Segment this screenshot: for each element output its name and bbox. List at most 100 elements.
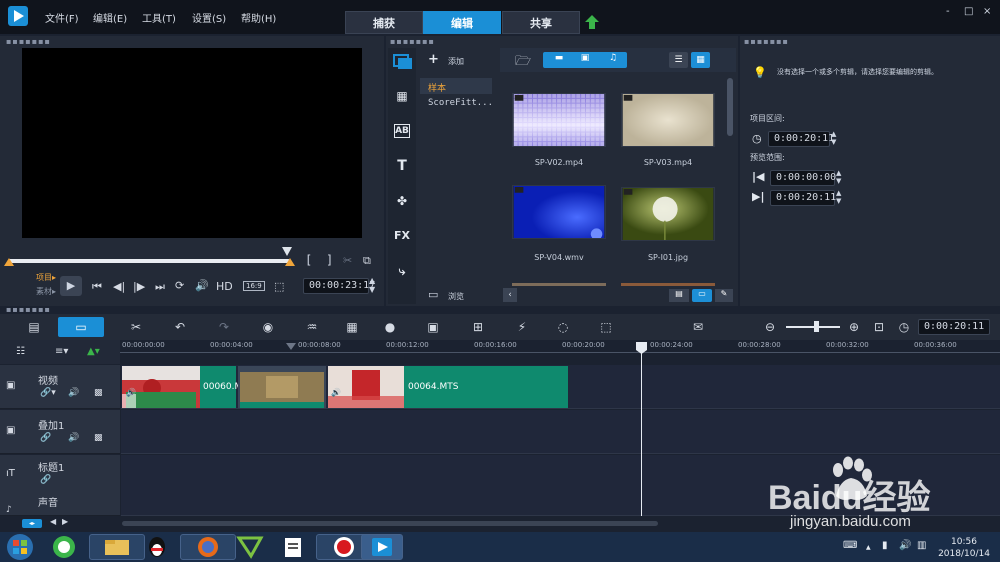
range-start-stepper-icon[interactable]: ▲ ▼ <box>836 169 841 185</box>
playhead-handle-icon[interactable] <box>635 341 648 355</box>
undo-icon[interactable]: ↶ <box>170 318 190 336</box>
trim-start-handle-icon[interactable] <box>4 258 14 268</box>
mask-creator-icon[interactable]: ◌ <box>553 318 573 336</box>
tray-expand-icon[interactable]: ▲ <box>866 544 871 551</box>
scroll-right-icon[interactable]: ▶ <box>62 517 68 526</box>
prev-frame-icon[interactable]: ◀| <box>113 280 125 293</box>
taskbar-app-firefox[interactable] <box>180 534 236 560</box>
overlay-track-icon[interactable]: ▣ <box>6 425 15 436</box>
multicam-icon[interactable]: ⊞ <box>468 318 488 336</box>
menu-file[interactable]: 文件(F) <box>45 10 79 25</box>
timeline-timecode[interactable]: 0:00:20:11 <box>918 319 990 335</box>
motion-tracking-icon[interactable]: ● <box>380 318 400 336</box>
import-folder-icon[interactable]: 🗁 <box>515 52 531 74</box>
title-track-icon[interactable]: ıT <box>6 468 15 479</box>
taskbar-app-browser[interactable] <box>44 534 84 560</box>
ripple-icon[interactable]: ▩ <box>94 388 103 398</box>
thumbnail-view-icon[interactable]: ▦ <box>691 52 710 68</box>
timeline-divider[interactable] <box>0 306 1000 314</box>
timecode-stepper-icon[interactable]: ▲ ▼ <box>369 276 375 294</box>
panel-grip-icon[interactable]: ▪▪▪▪▪▪▪ <box>6 37 51 46</box>
redo-icon[interactable]: ↷ <box>214 318 234 336</box>
smart-render-icon[interactable]: ✉ <box>688 318 708 336</box>
zoom-slider[interactable] <box>786 326 840 328</box>
link-icon[interactable]: 🔗▾ <box>40 388 56 398</box>
minimize-button[interactable]: - <box>946 6 950 17</box>
library-edit-icon[interactable]: ✎ <box>715 289 733 302</box>
project-duration-field[interactable]: 0:00:20:11 <box>768 131 834 147</box>
next-frame-icon[interactable]: |▶ <box>133 280 145 293</box>
range-start-field[interactable]: 0:00:00:00 <box>770 170 836 186</box>
record-capture-icon[interactable]: ◉ <box>258 318 278 336</box>
filter-icon[interactable]: FX <box>392 226 412 246</box>
panel-grip-icon[interactable]: ▪▪▪▪▪▪▪ <box>390 37 435 46</box>
transition-icon[interactable]: AB <box>394 124 410 138</box>
zoom-out-icon[interactable]: ⊖ <box>760 318 780 336</box>
close-button[interactable]: × <box>983 6 991 17</box>
panel-grip-icon[interactable]: ▪▪▪▪▪▪▪ <box>744 37 789 46</box>
enlarge-preview-icon[interactable]: ⧉ <box>363 254 371 268</box>
taskbar-app-qq[interactable] <box>140 534 174 560</box>
taskbar-app-document[interactable] <box>275 534 311 560</box>
show-audio-icon[interactable]: ♫ <box>603 53 623 63</box>
library-scrollbar[interactable] <box>727 78 733 136</box>
add-folder-icon[interactable]: + <box>428 52 439 67</box>
browse-label[interactable]: 浏览 <box>448 291 464 302</box>
tab-capture[interactable]: 捕获 <box>345 11 423 34</box>
graphic-icon[interactable]: ✤ <box>392 191 412 211</box>
zoom-slider-thumb[interactable] <box>814 321 819 332</box>
tray-network-icon[interactable]: ▥ <box>917 540 926 551</box>
scrub-bar[interactable] <box>8 259 290 263</box>
link-icon[interactable]: 🔗 <box>40 433 51 443</box>
timeline-scroll-mode-icon[interactable]: ◂▸ <box>22 519 42 528</box>
track-header-voice[interactable] <box>0 492 120 516</box>
panel-grip-icon[interactable]: ▪▪▪▪▪▪▪ <box>6 305 51 314</box>
collapse-left-icon[interactable]: ‹ <box>503 288 517 302</box>
subtitle-editor-icon[interactable]: ▣ <box>423 318 443 336</box>
thumbnail-sp-v02[interactable] <box>512 93 606 147</box>
tray-device-icon[interactable]: ▮ <box>882 540 888 551</box>
pan-zoom-icon[interactable]: ⬚ <box>596 318 616 336</box>
aspect-ratio-button[interactable]: 16:9 <box>243 281 265 291</box>
browse-icon[interactable]: ▭ <box>428 288 438 301</box>
thumbnail-sp-i01[interactable] <box>621 187 715 241</box>
voice-track-icon[interactable]: ♪ <box>6 505 12 515</box>
playhead-line[interactable] <box>641 343 642 516</box>
go-to-end-icon[interactable]: ⏭ <box>155 280 165 294</box>
taskbar-app-explorer[interactable] <box>89 534 145 560</box>
add-marker-icon[interactable]: ▲▾ <box>87 346 100 357</box>
maximize-button[interactable]: □ <box>964 6 973 17</box>
zoom-in-icon[interactable]: ⊕ <box>844 318 864 336</box>
media-icon[interactable] <box>393 52 413 70</box>
hd-toggle[interactable]: HD <box>216 280 233 293</box>
mark-in-button[interactable]: [ <box>305 253 312 267</box>
taskbar-clock[interactable]: 10:56 2018/10/14 <box>934 536 994 560</box>
track-row-overlay[interactable] <box>121 410 1000 454</box>
instant-project-icon[interactable]: ▦ <box>392 86 412 106</box>
library-view-a-icon[interactable]: ▤ <box>669 289 689 302</box>
player-timecode[interactable]: 00:00:23:17 <box>303 278 375 294</box>
track-manager-icon[interactable]: ☷ <box>16 346 25 357</box>
track-volume-icon[interactable]: 🔊 <box>68 433 79 443</box>
menu-help[interactable]: 帮助(H) <box>241 10 276 25</box>
title-icon[interactable]: T <box>392 156 412 176</box>
link-icon[interactable]: 🔗 <box>40 475 51 485</box>
volume-icon[interactable]: 🔊 <box>195 279 209 292</box>
menu-edit[interactable]: 编辑(E) <box>93 10 127 25</box>
timeline-scrollbar[interactable] <box>122 521 658 526</box>
list-view-icon[interactable]: ☰ <box>669 52 688 68</box>
ripple-icon[interactable]: ▩ <box>94 433 103 443</box>
storyboard-view-icon[interactable]: ▤ <box>24 318 44 336</box>
thumbnail-sp-v03[interactable] <box>621 93 715 147</box>
add-folder-label[interactable]: 添加 <box>448 56 464 67</box>
video-track-icon[interactable]: ▣ <box>6 380 15 391</box>
trim-end-handle-icon[interactable] <box>285 258 295 268</box>
tools-icon[interactable]: ✂ <box>126 318 146 336</box>
ruler-marker-icon[interactable] <box>286 343 296 351</box>
auto-music-icon[interactable]: ▦ <box>342 318 362 336</box>
track-header-video[interactable] <box>0 365 120 409</box>
safe-zone-icon[interactable]: ⬚ <box>274 280 284 293</box>
taskbar-app-video-editor[interactable] <box>361 534 403 560</box>
start-button-icon[interactable] <box>6 533 34 561</box>
tray-volume-icon[interactable]: 🔊 <box>899 540 911 551</box>
